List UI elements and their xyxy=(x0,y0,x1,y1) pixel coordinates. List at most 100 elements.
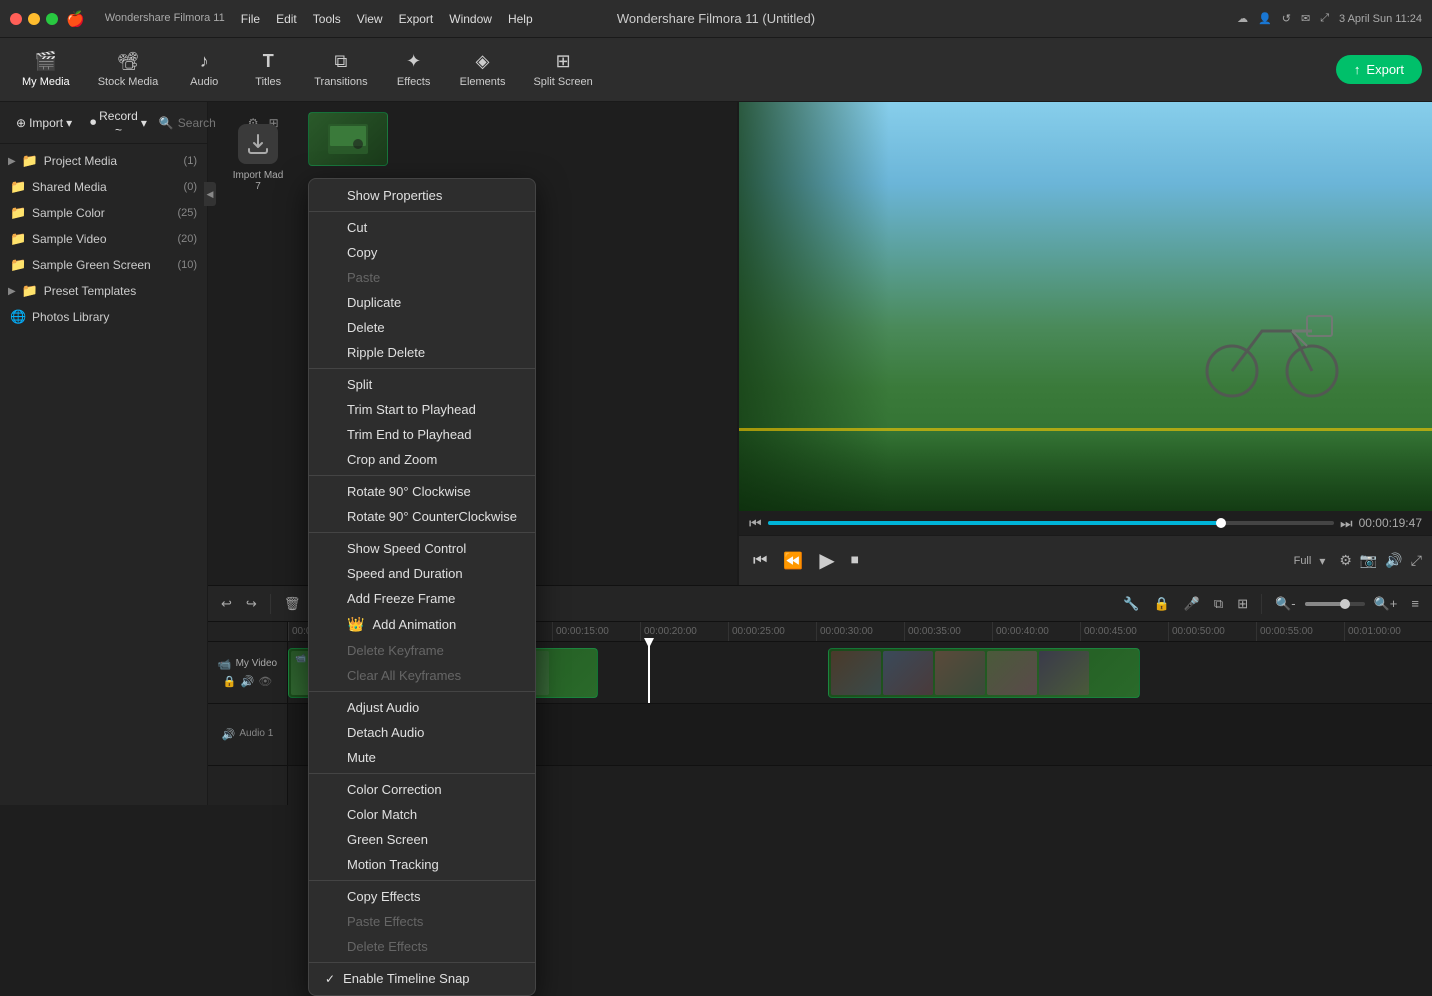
toolbar-split-screen[interactable]: ⊞ Split Screen xyxy=(521,45,604,94)
context-menu-item-cut[interactable]: Cut xyxy=(309,215,535,240)
import-button[interactable]: ⊕ Import ▾ xyxy=(10,112,78,134)
stop-button[interactable]: ⏹ xyxy=(847,548,863,574)
cloud-icon[interactable]: ☁ xyxy=(1237,12,1248,25)
preview-settings-icon[interactable]: ⚙ xyxy=(1339,552,1352,569)
timeline-lock-button[interactable]: 🔒 xyxy=(1149,593,1175,615)
menu-wondershare[interactable]: Wondershare Filmora 11 xyxy=(105,12,225,26)
context-menu-item-label: Copy Effects xyxy=(347,889,420,904)
toolbar-stock-media[interactable]: 📽 Stock Media xyxy=(86,45,171,94)
menu-export[interactable]: Export xyxy=(399,12,434,26)
zoom-handle[interactable] xyxy=(1340,599,1350,609)
notification-icon[interactable]: ✉ xyxy=(1301,12,1310,25)
timeline-separator-2 xyxy=(1261,594,1262,614)
toolbar-audio[interactable]: ♪ Audio xyxy=(174,45,234,94)
context-menu-item-add-freeze-frame[interactable]: Add Freeze Frame xyxy=(309,586,535,611)
toolbar-elements[interactable]: ◈ Elements xyxy=(448,45,518,94)
track-mute-icon[interactable]: 🔊 xyxy=(241,675,255,688)
context-menu-item-copy-effects[interactable]: Copy Effects xyxy=(309,884,535,909)
context-menu-item-detach-audio[interactable]: Detach Audio xyxy=(309,720,535,745)
timeline-track-labels: 📹 My Video 🔒 🔊 👁 🔊 Audio 1 xyxy=(208,622,288,805)
context-menu-item-crop-and-zoom[interactable]: Crop and Zoom xyxy=(309,447,535,472)
track-lock-icon[interactable]: 🔒 xyxy=(223,675,237,688)
toolbar-my-media[interactable]: 🎬 My Media xyxy=(10,45,82,94)
context-menu-item-speed-and-duration[interactable]: Speed and Duration xyxy=(309,561,535,586)
prev-frame-button[interactable]: ⏮ xyxy=(749,515,762,532)
timeline-list-button[interactable]: ≡ xyxy=(1406,593,1424,614)
context-menu-item-color-correction[interactable]: Color Correction xyxy=(309,777,535,802)
zoom-slider[interactable] xyxy=(1305,602,1365,606)
record-button[interactable]: ⏺ Record ~ ▾ xyxy=(84,105,153,141)
menu-view[interactable]: View xyxy=(357,12,383,26)
timeline-frame-button[interactable]: ⊞ xyxy=(1232,593,1253,615)
context-menu-item-show-speed-control[interactable]: Show Speed Control xyxy=(309,536,535,561)
preview-progress-bar[interactable] xyxy=(768,521,1334,525)
screenshot-icon[interactable]: 📷 xyxy=(1360,552,1377,569)
context-menu-item-split[interactable]: Split xyxy=(309,372,535,397)
rewind-button[interactable]: ⏮ xyxy=(749,548,771,574)
quality-chevron[interactable]: ▾ xyxy=(1319,554,1325,568)
toolbar-transitions[interactable]: ⧉ Transitions xyxy=(302,45,379,94)
context-menu-item-delete[interactable]: Delete xyxy=(309,315,535,340)
menu-edit[interactable]: Edit xyxy=(276,12,297,26)
media-item-sample-video[interactable]: 📁 Sample Video (20) xyxy=(0,226,207,252)
fullscreen-icon[interactable]: ⤢ xyxy=(1411,552,1422,569)
timeline-delete-button[interactable]: 🗑 xyxy=(279,593,306,615)
toolbar-titles[interactable]: T Titles xyxy=(238,45,298,94)
timeline-undo-button[interactable]: ↩ xyxy=(216,593,237,615)
close-button[interactable] xyxy=(10,13,22,25)
context-menu-item-add-animation[interactable]: 👑Add Animation xyxy=(309,611,535,638)
context-menu-item-rotate-90-counterclockwise[interactable]: Rotate 90° CounterClockwise xyxy=(309,504,535,529)
context-menu-item-show-properties[interactable]: Show Properties xyxy=(309,183,535,208)
track-eye-icon[interactable]: 👁 xyxy=(258,675,272,688)
account-icon[interactable]: 👤 xyxy=(1258,12,1272,25)
volume-icon[interactable]: 🔊 xyxy=(1385,552,1402,569)
panel-collapse-button[interactable]: ◀ xyxy=(204,182,216,206)
context-menu-item-motion-tracking[interactable]: Motion Tracking xyxy=(309,852,535,877)
minimize-button[interactable] xyxy=(28,13,40,25)
left-panel: ⊕ Import ▾ ⏺ Record ~ ▾ 🔍 ⚙ ⊞ ▶ 📁 Projec… xyxy=(0,102,208,805)
menu-file[interactable]: File xyxy=(241,12,260,26)
context-menu-item-mute[interactable]: Mute xyxy=(309,745,535,770)
timeline-mic-button[interactable]: 🎤 xyxy=(1179,593,1205,615)
play-button[interactable]: ▶ xyxy=(815,544,838,577)
context-menu-item-label: Speed and Duration xyxy=(347,566,463,581)
context-menu-item-enable-timeline-snap[interactable]: ✓Enable Timeline Snap xyxy=(309,966,535,991)
next-frame-button[interactable]: ⏭ xyxy=(1340,515,1353,532)
media-item-project-media[interactable]: ▶ 📁 Project Media (1) xyxy=(0,148,207,174)
menu-tools[interactable]: Tools xyxy=(313,12,341,26)
context-menu-item-rotate-90-clockwise[interactable]: Rotate 90° Clockwise xyxy=(309,479,535,504)
step-back-button[interactable]: ⏪ xyxy=(779,547,807,575)
media-item-sample-color[interactable]: 📁 Sample Color (25) xyxy=(0,200,207,226)
context-menu-item-copy[interactable]: Copy xyxy=(309,240,535,265)
export-button[interactable]: ↑ Export xyxy=(1336,55,1422,84)
context-menu-item-trim-end-to-playhead[interactable]: Trim End to Playhead xyxy=(309,422,535,447)
media-item-photos-library[interactable]: 🌐 Photos Library xyxy=(0,304,207,330)
menu-window[interactable]: Window xyxy=(449,12,492,26)
timeline-split2-button[interactable]: ⧉ xyxy=(1209,593,1228,615)
context-menu-item-color-match[interactable]: Color Match xyxy=(309,802,535,827)
timeline-magnet-button[interactable]: 🔧 xyxy=(1118,593,1144,615)
import-media-button[interactable]: Import Mad 7 xyxy=(218,112,298,204)
context-menu-item-adjust-audio[interactable]: Adjust Audio xyxy=(309,695,535,720)
media-item-green-screen[interactable]: 📁 Sample Green Screen (10) xyxy=(0,252,207,278)
media-item-preset-templates[interactable]: ▶ 📁 Preset Templates xyxy=(0,278,207,304)
video-clip-2[interactable] xyxy=(828,648,1140,698)
context-menu-item-green-screen[interactable]: Green Screen xyxy=(309,827,535,852)
import-label: Import xyxy=(29,116,63,130)
context-menu-item-label: Delete xyxy=(347,320,385,335)
context-menu-item-ripple-delete[interactable]: Ripple Delete xyxy=(309,340,535,365)
zoom-in-button[interactable]: 🔍+ xyxy=(1369,593,1403,615)
progress-handle[interactable] xyxy=(1216,518,1226,528)
track-label-text: My Video xyxy=(236,658,278,671)
context-menu-item-duplicate[interactable]: Duplicate xyxy=(309,290,535,315)
toolbar-effects[interactable]: ✦ Effects xyxy=(384,45,444,94)
zoom-out-button[interactable]: 🔍- xyxy=(1270,593,1301,615)
maximize-button[interactable] xyxy=(46,13,58,25)
media-item-shared-media[interactable]: 📁 Shared Media (0) xyxy=(0,174,207,200)
menu-help[interactable]: Help xyxy=(508,12,533,26)
timeline-redo-button[interactable]: ↪ xyxy=(241,593,262,615)
refresh-icon[interactable]: ↺ xyxy=(1282,12,1291,25)
context-menu-item-trim-start-to-playhead[interactable]: Trim Start to Playhead xyxy=(309,397,535,422)
timeline-playhead[interactable] xyxy=(648,642,650,703)
expand-icon[interactable]: ⤢ xyxy=(1320,12,1329,25)
